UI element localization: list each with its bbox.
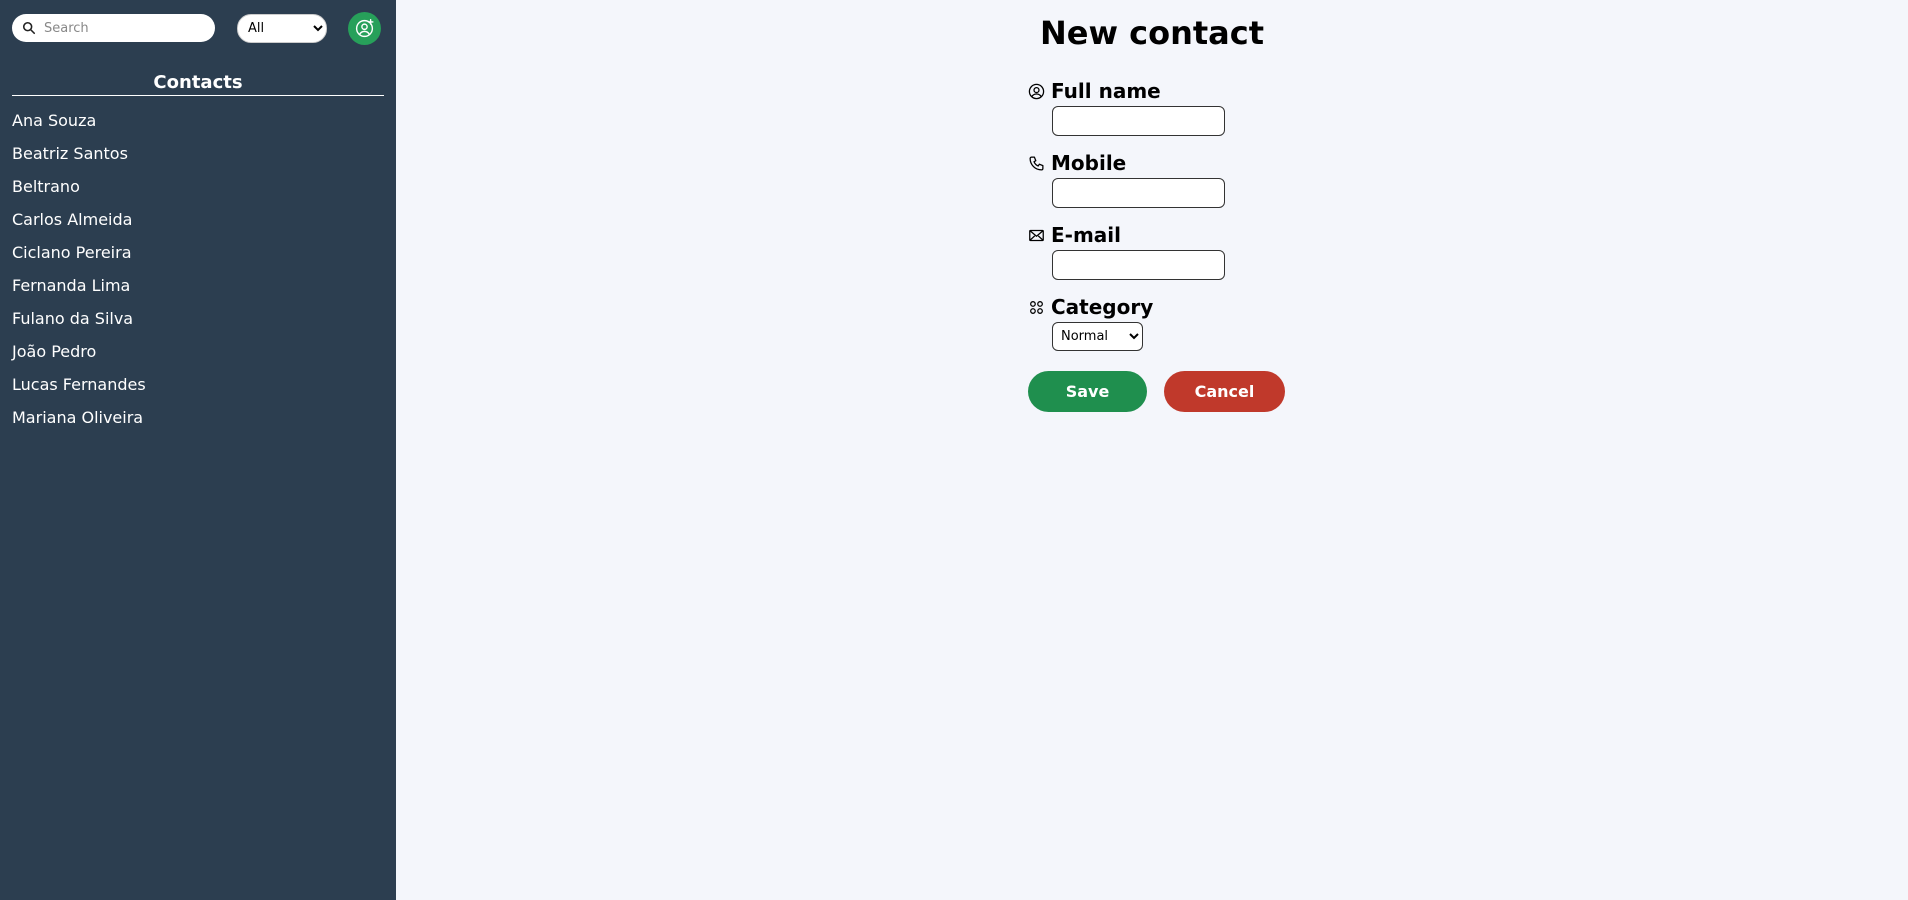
full-name-input[interactable] xyxy=(1052,106,1225,136)
search-box[interactable] xyxy=(12,14,215,42)
mobile-input[interactable] xyxy=(1052,178,1225,208)
full-name-label: Full name xyxy=(1028,78,1285,104)
mobile-field: Mobile xyxy=(1028,150,1285,208)
contact-item[interactable]: Fulano da Silva xyxy=(12,302,384,335)
contact-item[interactable]: Beltrano xyxy=(12,170,384,203)
category-icon xyxy=(1028,299,1045,316)
mobile-label: Mobile xyxy=(1028,150,1285,176)
category-label: Category xyxy=(1028,294,1285,320)
mobile-label-text: Mobile xyxy=(1051,151,1127,175)
contact-item[interactable]: Ana Souza xyxy=(12,104,384,137)
category-select[interactable]: Normal xyxy=(1052,322,1143,351)
contact-item[interactable]: Mariana Oliveira xyxy=(12,401,384,434)
sidebar: All Contacts Ana Souza Beatriz Santos Be xyxy=(0,0,396,900)
app: All Contacts Ana Souza Beatriz Santos Be xyxy=(0,0,1908,900)
contact-item[interactable]: João Pedro xyxy=(12,335,384,368)
email-input[interactable] xyxy=(1052,250,1225,280)
email-field: E-mail xyxy=(1028,222,1285,280)
email-label-text: E-mail xyxy=(1051,223,1122,247)
search-icon xyxy=(22,21,36,35)
category-label-text: Category xyxy=(1051,295,1154,319)
envelope-icon xyxy=(1028,227,1045,244)
page-title: New contact xyxy=(1039,14,1265,52)
phone-icon xyxy=(1028,155,1045,172)
contact-item[interactable]: Fernanda Lima xyxy=(12,269,384,302)
filter-select[interactable]: All xyxy=(237,14,327,43)
full-name-field: Full name xyxy=(1028,78,1285,136)
main-content: New contact Full name Mobile E-mail Cate… xyxy=(396,0,1908,900)
contacts-heading: Contacts xyxy=(12,72,384,96)
new-contact-form: Full name Mobile E-mail Category Normal … xyxy=(1028,78,1285,412)
search-input[interactable] xyxy=(44,20,204,36)
full-name-label-text: Full name xyxy=(1051,79,1161,103)
contact-item[interactable]: Ciclano Pereira xyxy=(12,236,384,269)
user-plus-icon xyxy=(354,18,375,39)
contact-item[interactable]: Carlos Almeida xyxy=(12,203,384,236)
cancel-button[interactable]: Cancel xyxy=(1164,371,1285,412)
category-field: Category Normal xyxy=(1028,294,1285,351)
sidebar-toolbar: All xyxy=(12,0,384,56)
save-button[interactable]: Save xyxy=(1028,371,1147,412)
user-circle-icon xyxy=(1028,83,1045,100)
contact-item[interactable]: Beatriz Santos xyxy=(12,137,384,170)
email-label: E-mail xyxy=(1028,222,1285,248)
form-actions: Save Cancel xyxy=(1028,371,1285,412)
add-contact-button[interactable] xyxy=(348,12,381,45)
contact-item[interactable]: Lucas Fernandes xyxy=(12,368,384,401)
contact-list: Ana Souza Beatriz Santos Beltrano Carlos… xyxy=(12,104,384,434)
